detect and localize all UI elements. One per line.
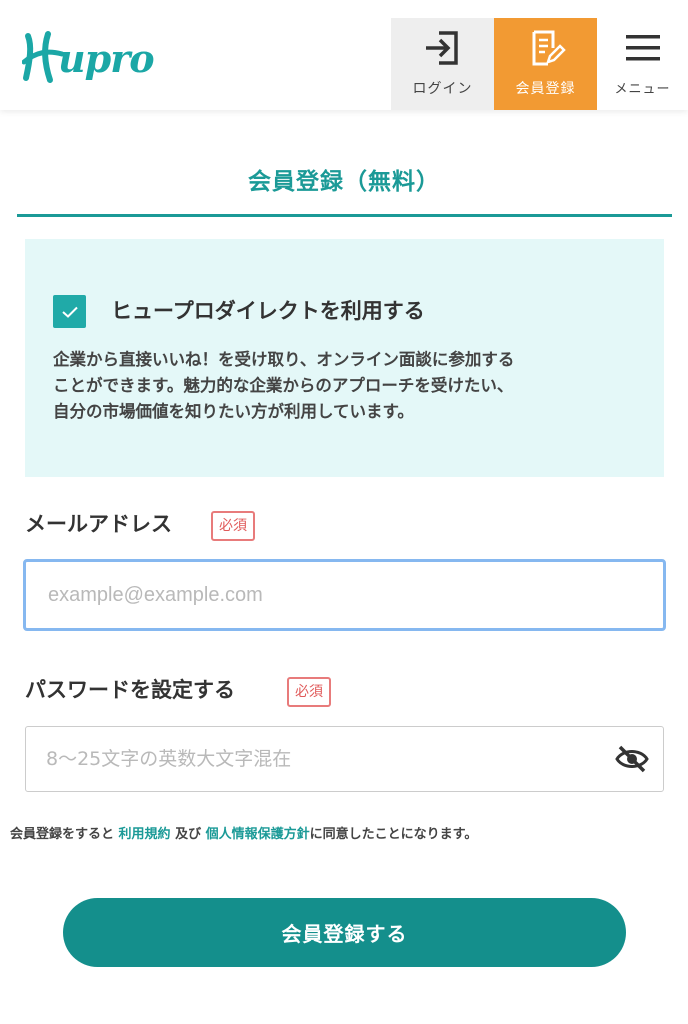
hamburger-icon <box>621 26 665 70</box>
login-button[interactable]: ログイン <box>391 18 494 110</box>
register-label: 会員登録 <box>515 81 576 97</box>
register-button[interactable]: 会員登録 <box>494 18 597 110</box>
site-header: upro ログイン 会員登録 メニュー <box>0 0 688 110</box>
description-line: 自分の市場価値を知りたい方が利用しています。 <box>53 402 414 421</box>
logo-text: upro <box>58 35 155 81</box>
hupro-logo[interactable]: upro <box>22 26 155 90</box>
password-label: パスワードを設定する <box>25 678 235 702</box>
email-required-badge: 必須 <box>211 511 255 541</box>
terms-link[interactable]: 利用規約 <box>119 827 171 842</box>
menu-button[interactable]: メニュー <box>597 18 688 110</box>
email-label: メールアドレス <box>25 512 172 536</box>
direct-checkbox[interactable] <box>53 295 86 328</box>
password-required-badge: 必須 <box>287 677 331 707</box>
description-line: ことができます。魅力的な企業からのアプローチを受けたい、 <box>53 376 514 395</box>
email-field[interactable] <box>23 559 666 631</box>
agreement-middle: 及び <box>170 827 206 842</box>
page-title: 会員登録（無料） <box>248 169 440 195</box>
agreement-text: 会員登録をすると 利用規約 及び 個人情報保護方針に同意したことになります。 <box>10 823 477 842</box>
submit-register-button[interactable]: 会員登録する <box>63 898 626 967</box>
agreement-prefix: 会員登録をすると <box>10 827 119 842</box>
direct-description: 企業から直接いいね！を受け取り、オンライン面談に参加する ことができます。魅力的… <box>53 347 643 425</box>
privacy-policy-link[interactable]: 個人情報保護方針 <box>206 827 310 842</box>
direct-info-box: ヒュープロダイレクトを利用する 企業から直接いいね！を受け取り、オンライン面談に… <box>25 239 664 477</box>
eye-slash-icon[interactable] <box>615 744 649 774</box>
description-line: 企業から直接いいね！を受け取り、オンライン面談に参加する <box>53 350 515 369</box>
login-label: ログイン <box>412 81 473 97</box>
login-icon <box>421 26 465 70</box>
checkmark-icon <box>61 306 78 318</box>
title-divider <box>17 214 672 217</box>
menu-label: メニュー <box>614 82 671 97</box>
edit-document-icon <box>524 26 568 70</box>
password-field[interactable] <box>25 726 664 792</box>
agreement-suffix: に同意したことになります。 <box>309 827 478 842</box>
direct-checkbox-label[interactable]: ヒュープロダイレクトを利用する <box>111 295 425 328</box>
